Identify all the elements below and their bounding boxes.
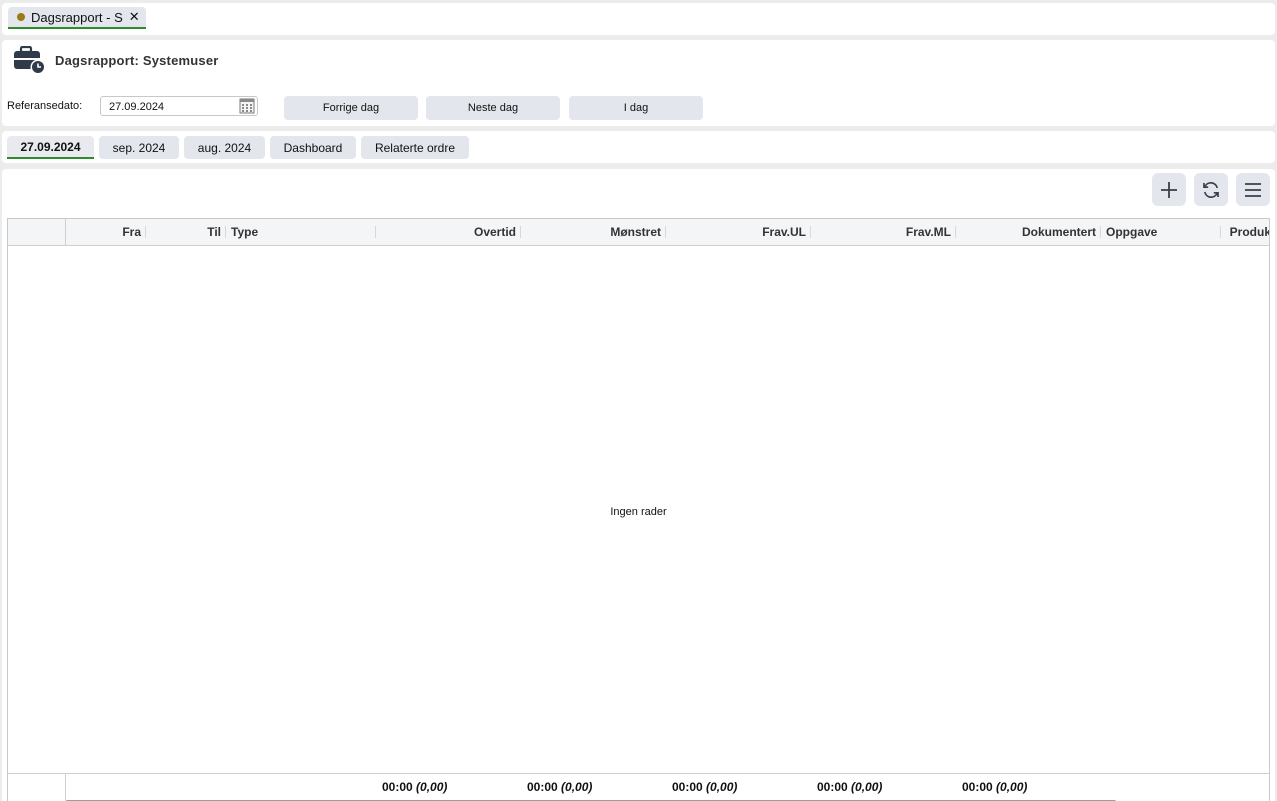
add-button[interactable] bbox=[1152, 173, 1186, 206]
column-header-frav-ul[interactable]: Frav.UL bbox=[666, 219, 811, 245]
column-header-til[interactable]: Til bbox=[146, 219, 226, 245]
view-tab-bar: 27.09.2024 sep. 2024 aug. 2024 Dashboard… bbox=[2, 131, 1275, 163]
empty-table-message: Ingen rader bbox=[610, 506, 667, 518]
totals-row-selector bbox=[8, 774, 66, 801]
total-monstret: 00:00 (0,00) bbox=[527, 780, 593, 794]
today-button[interactable]: I dag bbox=[569, 96, 703, 120]
menu-icon bbox=[1245, 182, 1261, 197]
column-header-dokumentert[interactable]: Dokumentert bbox=[956, 219, 1101, 245]
total-frav-ul: 00:00 (0,00) bbox=[672, 780, 738, 794]
row-selector-header bbox=[8, 219, 66, 245]
briefcase-clock-icon bbox=[14, 46, 46, 74]
document-tab-dagsrapport[interactable]: Dagsrapport - S ✕ bbox=[8, 7, 146, 29]
table-header: Fra Til Type Overtid Mønstret Frav.UL Fr… bbox=[8, 219, 1269, 246]
tab-dashboard[interactable]: Dashboard bbox=[270, 136, 356, 159]
daily-report-table: Fra Til Type Overtid Mønstret Frav.UL Fr… bbox=[7, 218, 1270, 801]
tab-day[interactable]: 27.09.2024 bbox=[7, 136, 94, 159]
document-tab-label: Dagsrapport - S bbox=[31, 9, 123, 25]
menu-button[interactable] bbox=[1236, 173, 1270, 206]
column-header-monstret[interactable]: Mønstret bbox=[521, 219, 666, 245]
refresh-button[interactable] bbox=[1194, 173, 1228, 206]
total-dokumentert: 00:00 (0,00) bbox=[962, 780, 1028, 794]
total-frav-ml: 00:00 (0,00) bbox=[817, 780, 883, 794]
column-header-oppgave[interactable]: Oppgave bbox=[1101, 219, 1221, 245]
tab-related-orders[interactable]: Relaterte ordre bbox=[361, 136, 469, 159]
reference-date-label: Referansedato: bbox=[7, 100, 83, 112]
next-day-button[interactable]: Neste dag bbox=[426, 96, 560, 120]
report-header: Dagsrapport: Systemuser Referansedato: F… bbox=[2, 40, 1275, 126]
page-title: Dagsrapport: Systemuser bbox=[55, 53, 219, 68]
main-content: Fra Til Type Overtid Mønstret Frav.UL Fr… bbox=[2, 169, 1275, 801]
column-header-frav-ml[interactable]: Frav.ML bbox=[811, 219, 956, 245]
column-header-fra[interactable]: Fra bbox=[66, 219, 146, 245]
status-dot bbox=[17, 13, 25, 21]
refresh-icon bbox=[1203, 181, 1219, 198]
column-header-overtid[interactable]: Overtid bbox=[376, 219, 521, 245]
tab-current-month[interactable]: sep. 2024 bbox=[99, 136, 179, 159]
calendar-icon[interactable] bbox=[239, 98, 255, 114]
table-totals-row: 00:00 (0,00) 00:00 (0,00) 00:00 (0,00) 0… bbox=[8, 773, 1269, 801]
reference-date-input[interactable] bbox=[101, 97, 243, 117]
previous-day-button[interactable]: Forrige dag bbox=[284, 96, 418, 120]
tab-previous-month[interactable]: aug. 2024 bbox=[184, 136, 265, 159]
total-overtid: 00:00 (0,00) bbox=[382, 780, 448, 794]
close-icon[interactable]: ✕ bbox=[129, 9, 140, 25]
reference-date-field[interactable] bbox=[100, 96, 258, 117]
document-tab-bar: Dagsrapport - S ✕ bbox=[2, 3, 1275, 35]
column-header-type[interactable]: Type bbox=[226, 219, 376, 245]
column-header-produk[interactable]: Produk bbox=[1221, 219, 1269, 245]
plus-icon bbox=[1161, 181, 1177, 198]
